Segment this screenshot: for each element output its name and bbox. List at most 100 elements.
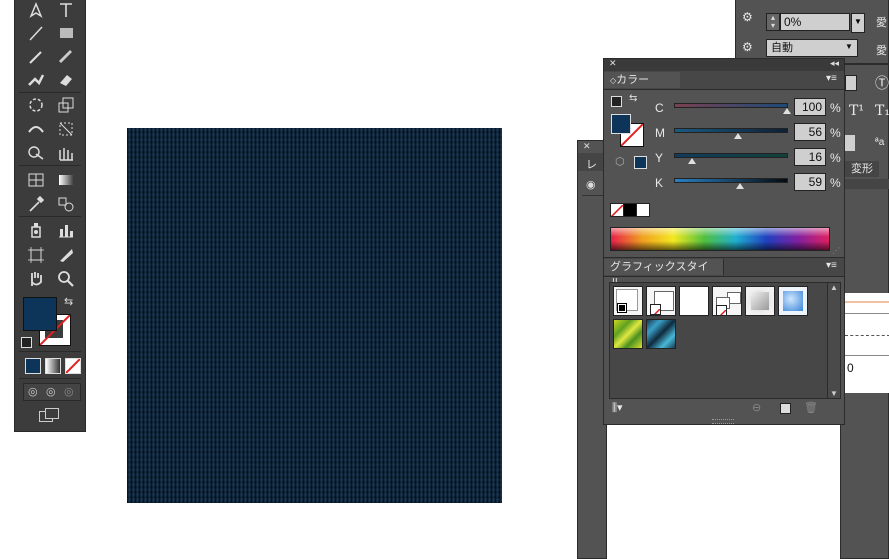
channel-c-thumb[interactable] (783, 108, 791, 114)
scale-tool-icon[interactable] (55, 95, 77, 115)
pencil-tool-icon[interactable] (55, 47, 77, 67)
white-color-swatch[interactable] (636, 203, 650, 217)
subscript-icon[interactable]: T₁ (875, 103, 889, 119)
superscript-icon[interactable]: T¹ (849, 103, 864, 119)
channel-c-slider[interactable] (674, 103, 788, 108)
screen-mode-icon[interactable] (39, 408, 59, 422)
channel-k-label: K (655, 176, 664, 190)
rotate-tool-icon[interactable] (25, 95, 47, 115)
partial-dropdown[interactable] (845, 75, 857, 91)
artboard-tool-icon[interactable] (25, 245, 47, 265)
color-panel-close-icon[interactable]: ✕ (609, 58, 617, 69)
color-panel-menu-icon[interactable]: ▾≡ (826, 73, 837, 84)
hand-tool-icon[interactable] (25, 269, 47, 289)
break-link-icon[interactable]: ⊖ (752, 401, 761, 414)
draw-behind-icon[interactable]: ◎ (46, 385, 56, 398)
swap-fill-stroke-icon[interactable]: ⇆ (64, 295, 73, 308)
type-icon: Ⓣ (875, 75, 889, 91)
opacity-stepper[interactable]: ▴ ▾ (766, 13, 780, 31)
graphic-style-outline[interactable] (712, 286, 742, 316)
layers-title[interactable]: レ (586, 156, 597, 172)
opacity-dropdown-icon[interactable]: ▼ (851, 13, 865, 33)
channel-k-slider[interactable] (674, 178, 788, 183)
gamut-color-swatch[interactable] (634, 156, 647, 169)
fill-swatch-front[interactable] (23, 297, 57, 331)
pen-tool-icon[interactable] (25, 0, 47, 20)
mesh-tool-icon[interactable] (25, 170, 47, 190)
color-default-icon[interactable] (611, 96, 622, 107)
channel-c-field[interactable]: 100 (794, 98, 826, 116)
type-tool-icon[interactable] (55, 0, 77, 20)
graphic-styles-menu-icon[interactable]: ▾≡ (826, 260, 837, 271)
visibility-eye-icon[interactable]: ◉ (586, 178, 596, 191)
new-style-icon[interactable] (780, 403, 791, 414)
tab-color[interactable]: ◇カラー (604, 72, 680, 88)
channel-y-thumb[interactable] (688, 158, 696, 164)
graphic-style-libraries-icon[interactable]: ⫼▾ (612, 401, 623, 415)
default-fill-stroke-icon[interactable] (21, 337, 32, 348)
free-transform-tool-icon[interactable] (55, 119, 77, 139)
scroll-up-icon: ▲ (830, 283, 838, 292)
color-panel: ✕ ◂◂ ◇カラー ▾≡ ⇆ ⬡ C 100 % M 56 % Y 16 % K… (603, 58, 845, 258)
tab-transform[interactable]: 変形 (845, 161, 879, 177)
graphic-style-stroke[interactable] (646, 286, 676, 316)
eraser-tool-icon[interactable] (55, 70, 77, 90)
draw-inside-icon[interactable]: ◎ (64, 385, 74, 398)
color-fill-swatch[interactable] (611, 114, 631, 134)
graphic-style-white[interactable] (679, 286, 709, 316)
blend-tool-icon[interactable] (55, 194, 77, 214)
channel-k-unit: % (830, 176, 841, 190)
color-panel-titlebar: ✕ ◂◂ (604, 58, 844, 71)
slice-tool-icon[interactable] (55, 245, 77, 265)
graphic-style-green-pattern[interactable] (613, 319, 643, 349)
color-swap-icon[interactable]: ⇆ (629, 93, 637, 104)
character-panel-partial: Ⓣ T¹ T₁ ªa 変形 0 (840, 64, 889, 559)
eyedropper-tool-icon[interactable] (25, 194, 47, 214)
shape-builder-tool-icon[interactable] (25, 143, 47, 163)
blob-brush-tool-icon[interactable] (25, 70, 47, 90)
none-color-swatch[interactable] (610, 203, 624, 217)
graphic-styles-scrollbar[interactable]: ▲ ▼ (827, 282, 841, 399)
layers-close-icon[interactable]: ✕ (583, 141, 591, 152)
channel-y-label: Y (655, 151, 664, 165)
graphic-style-default[interactable] (613, 286, 643, 316)
graphic-style-blue-pattern[interactable] (646, 319, 676, 349)
gradient-tool-icon[interactable] (55, 170, 77, 190)
color-panel-collapse-icon[interactable]: ◂◂ (830, 58, 839, 69)
out-of-gamut-icon: ⬡ (615, 156, 625, 168)
graphic-style-shadow[interactable] (745, 286, 775, 316)
channel-m-field[interactable]: 56 (794, 123, 826, 141)
channel-k-field[interactable]: 59 (794, 173, 826, 191)
denim-texture-artwork[interactable] (127, 128, 502, 503)
column-graph-tool-icon[interactable] (55, 220, 77, 240)
opacity-icon: ⚙ (742, 10, 753, 24)
symbol-sprayer-tool-icon[interactable] (25, 220, 47, 240)
color-mode-icon[interactable] (25, 358, 41, 374)
gradient-mode-icon[interactable] (45, 358, 61, 374)
mode-dropdown-icon[interactable]: ▼ (845, 42, 853, 51)
perspective-grid-tool-icon[interactable] (55, 143, 77, 163)
rectangle-tool-icon[interactable] (55, 23, 77, 43)
graphic-style-blue-glow[interactable] (778, 286, 808, 316)
width-tool-icon[interactable] (25, 119, 47, 139)
none-mode-icon[interactable] (65, 358, 81, 374)
resize-grip-icon[interactable]: ⋰ (832, 246, 840, 255)
channel-y-field[interactable]: 16 (794, 148, 826, 166)
black-color-swatch[interactable] (623, 203, 637, 217)
line-tool-icon[interactable] (25, 23, 47, 43)
mode-option-icon: 愛 (876, 45, 887, 57)
tab-graphic-styles[interactable]: グラフィックスタイル (604, 259, 724, 289)
channel-m-slider[interactable] (674, 128, 788, 133)
paintbrush-tool-icon[interactable] (25, 47, 47, 67)
zoom-tool-icon[interactable] (55, 269, 77, 289)
delete-style-icon[interactable]: 🗑 (804, 401, 818, 414)
channel-k-thumb[interactable] (736, 183, 744, 189)
partial-value: 0 (847, 361, 854, 375)
opacity-field[interactable]: 0% (780, 13, 850, 31)
color-spectrum-bar[interactable] (610, 227, 830, 251)
partial-ruler-area (845, 293, 889, 393)
panel-resize-grip[interactable] (712, 419, 734, 424)
draw-normal-icon[interactable]: ◎ (28, 385, 38, 398)
channel-m-label: M (655, 126, 665, 140)
channel-m-thumb[interactable] (734, 133, 742, 139)
